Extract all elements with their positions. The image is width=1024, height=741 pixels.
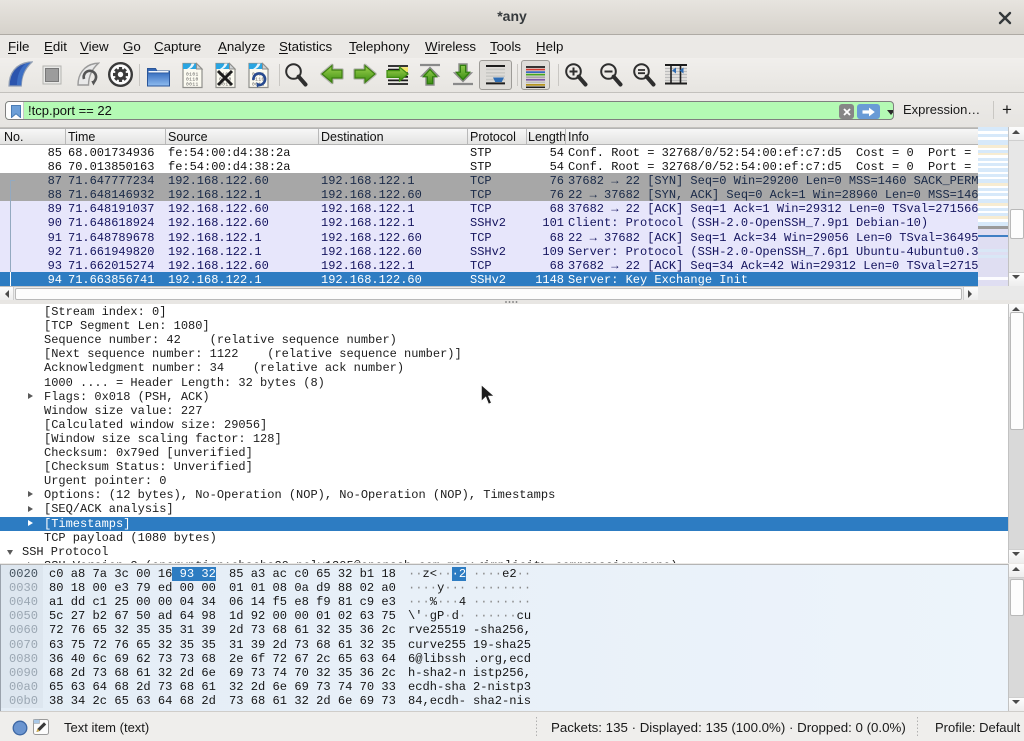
svg-text:0011: 0011 [186,81,199,87]
